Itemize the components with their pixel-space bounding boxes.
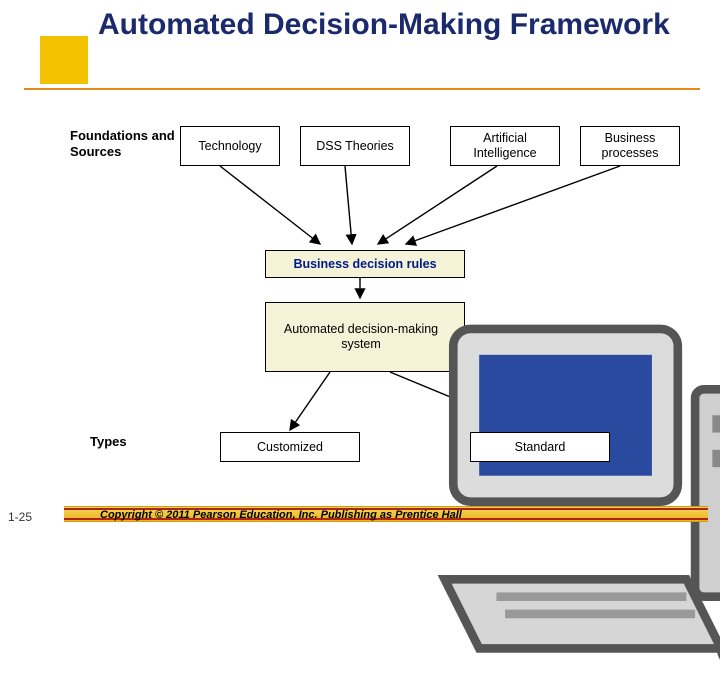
box-customized-text: Customized xyxy=(257,440,323,455)
box-dss-theories-text: DSS Theories xyxy=(316,139,394,154)
box-ai-text: Artificial Intelligence xyxy=(451,131,559,161)
box-artificial-intelligence: Artificial Intelligence xyxy=(450,126,560,166)
slide-number: 1-25 xyxy=(8,510,32,524)
box-bp-text: Business processes xyxy=(581,131,679,161)
box-standard: Standard xyxy=(470,432,610,462)
box-dss-theories: DSS Theories xyxy=(300,126,410,166)
title-underline xyxy=(24,88,700,90)
box-technology: Technology xyxy=(180,126,280,166)
box-business-decision-rules: Business decision rules xyxy=(265,250,465,278)
box-rules-text: Business decision rules xyxy=(293,257,436,272)
box-automated-decision-making-system: Automated decision-making system xyxy=(265,302,465,372)
box-business-processes: Business processes xyxy=(580,126,680,166)
box-standard-text: Standard xyxy=(515,440,566,455)
label-foundations: Foundations and Sources xyxy=(70,128,180,159)
page-title: Automated Decision-Making Framework xyxy=(98,8,670,42)
copyright-text: Copyright © 2011 Pearson Education, Inc.… xyxy=(100,509,462,521)
box-customized: Customized xyxy=(220,432,360,462)
box-technology-text: Technology xyxy=(198,139,261,154)
label-types: Types xyxy=(90,434,127,450)
title-accent-square xyxy=(40,36,88,84)
diagram: Foundations and Sources Technology DSS T… xyxy=(0,110,720,490)
